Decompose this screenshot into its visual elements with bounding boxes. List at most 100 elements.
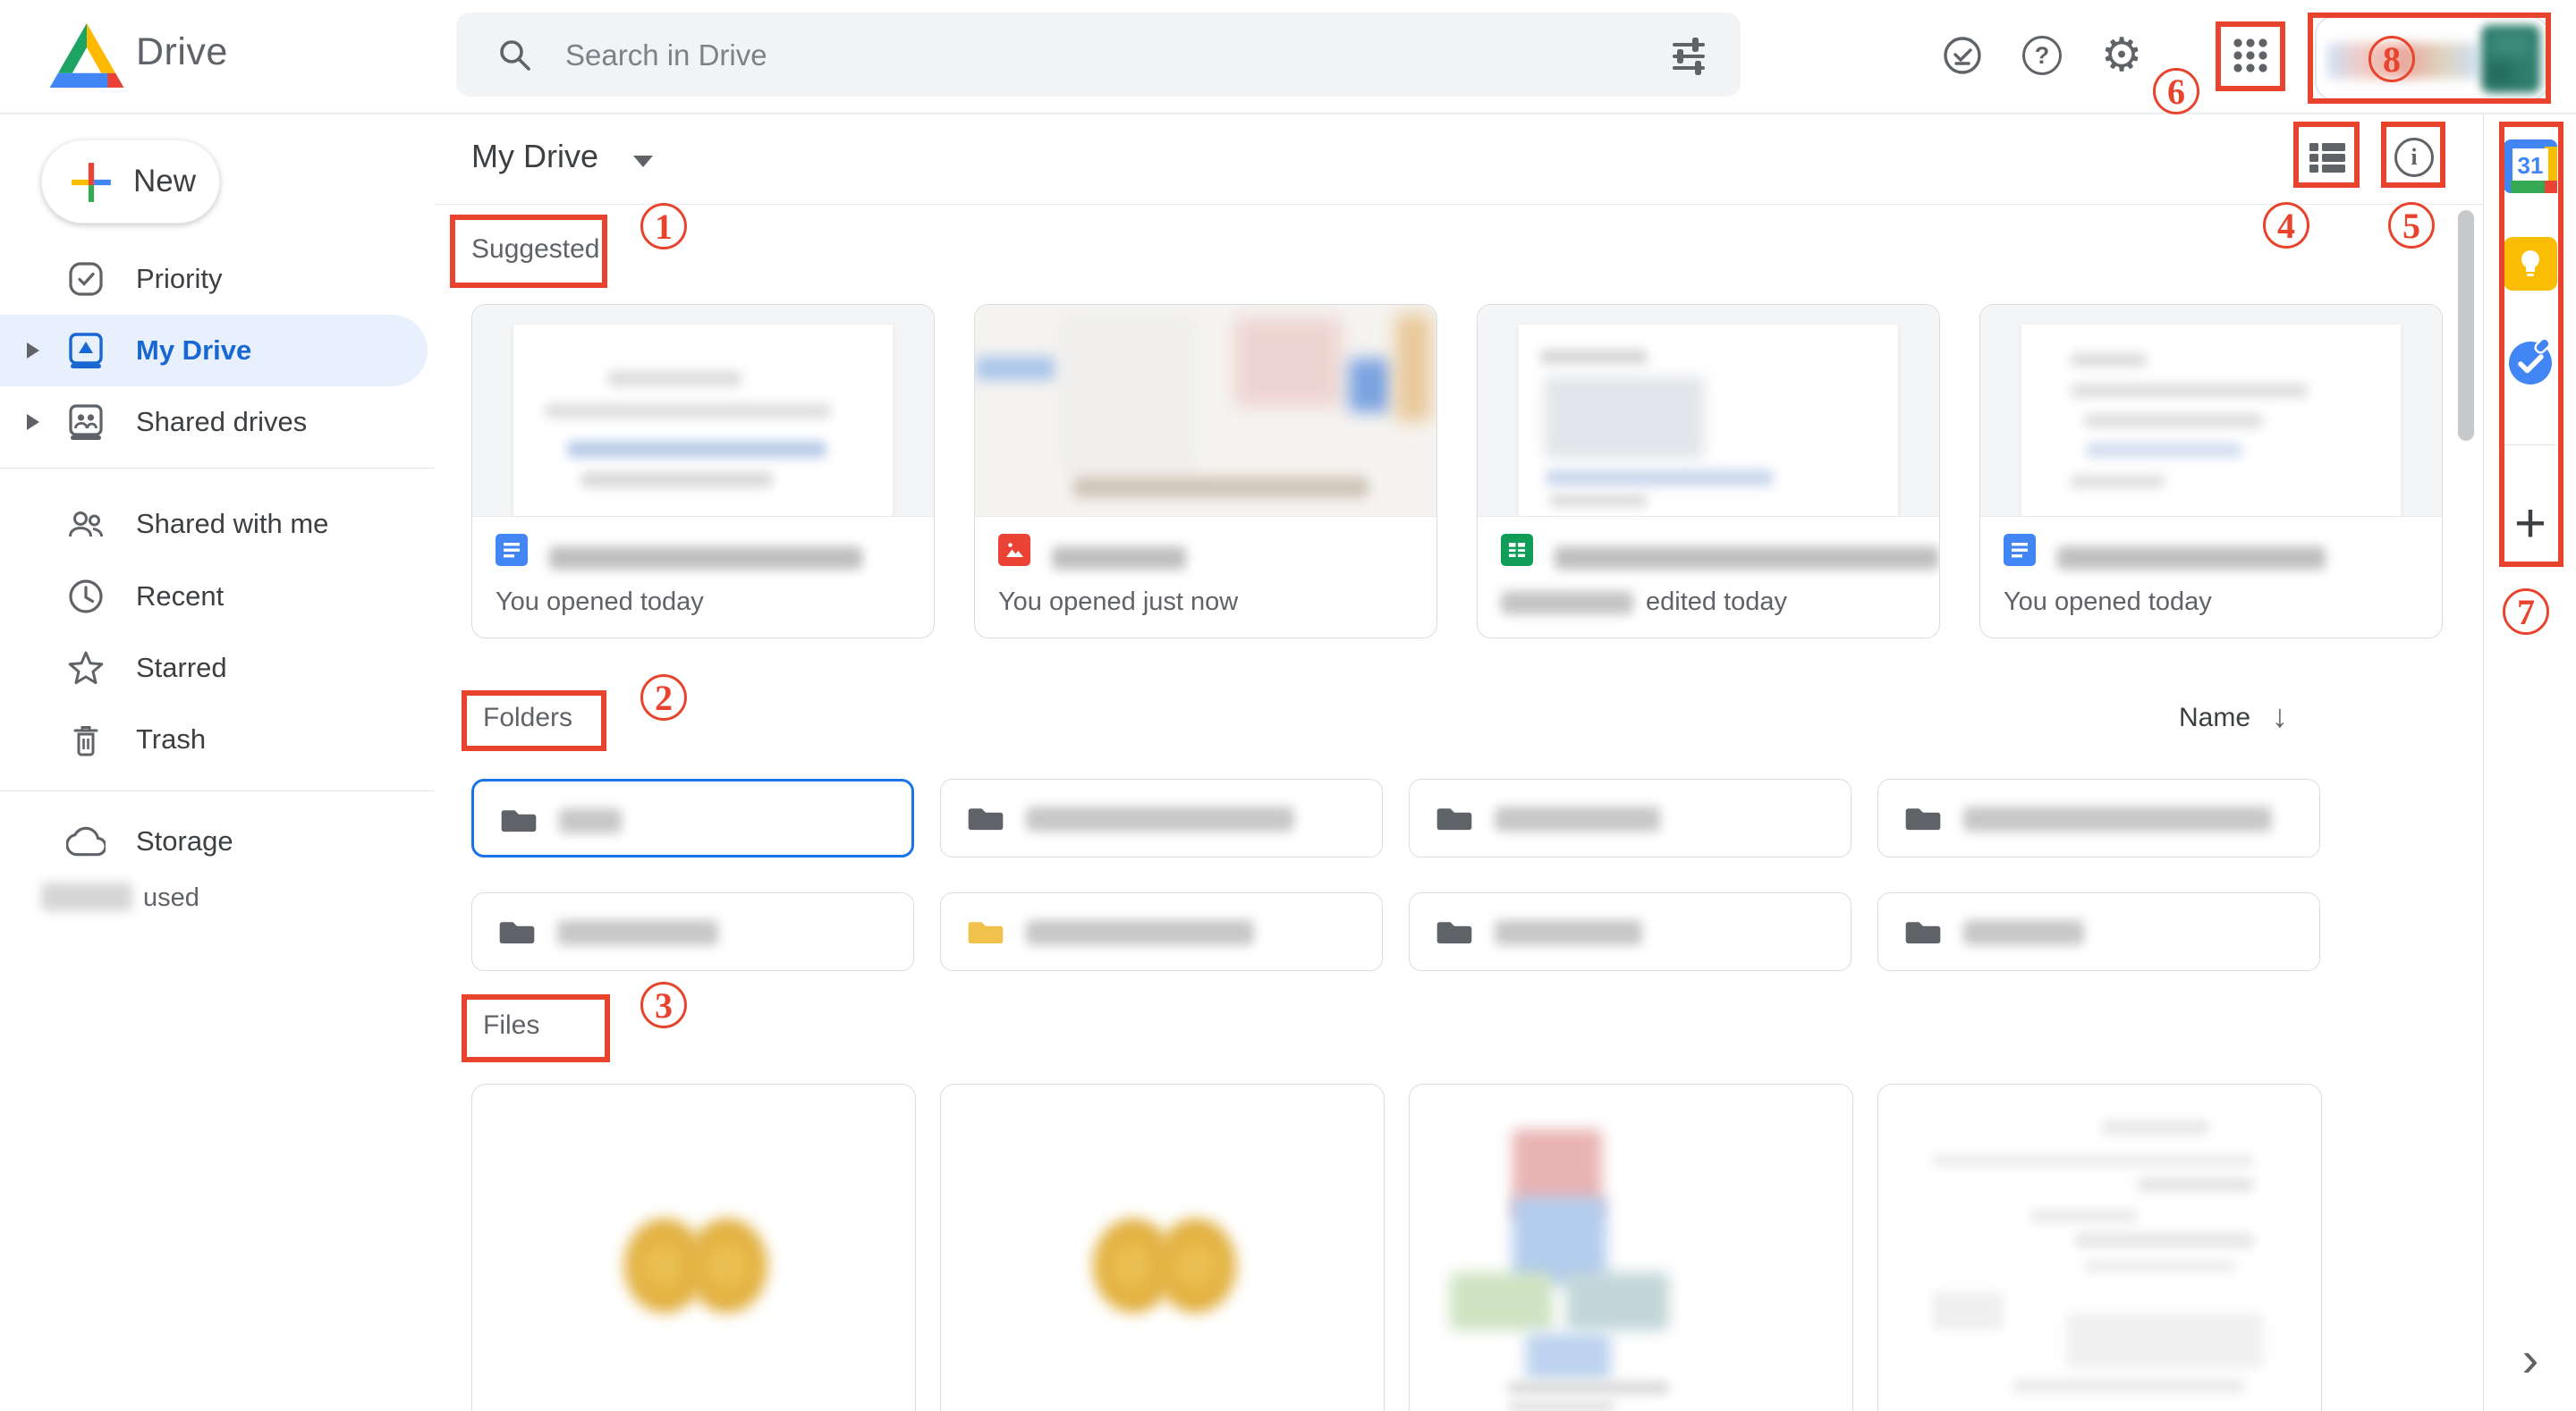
help-icon[interactable]: ?	[2021, 34, 2063, 77]
folder-card[interactable]	[1877, 892, 2320, 971]
shared-drives-icon	[66, 402, 106, 449]
annotation-number-4: 4	[2263, 202, 2309, 249]
suggested-card[interactable]: You opened just now	[974, 304, 1437, 638]
file-thumbnail-blurred	[1980, 305, 2442, 517]
sidebar-item-recent[interactable]: Recent	[0, 561, 428, 632]
app-title: Drive	[136, 30, 228, 74]
file-preview-blurred	[1156, 1219, 1236, 1313]
annotation-number-7: 7	[2503, 588, 2549, 635]
annotation-box-3-files	[462, 994, 610, 1062]
settings-icon[interactable]: ⚙	[2100, 34, 2143, 77]
file-preview-blurred	[687, 1219, 767, 1313]
annotation-box-2-folders	[462, 690, 606, 751]
annotation-number-6: 6	[2153, 68, 2199, 114]
folder-name-blurred	[1026, 920, 1254, 945]
recent-icon	[66, 577, 106, 623]
sidebar-item-starred[interactable]: Starred	[0, 632, 428, 704]
file-title-blurred	[1555, 546, 1939, 570]
file-preview-blurred	[2075, 1233, 2254, 1247]
annotation-number-8: 8	[2368, 36, 2415, 82]
main-content: My Drive i Suggested	[435, 114, 2483, 1411]
file-preview-blurred	[2084, 1260, 2236, 1272]
suggested-card[interactable]: You opened today	[471, 304, 935, 638]
file-preview-blurred	[1526, 1333, 1611, 1380]
file-activity-caption: edited today	[1501, 587, 1787, 617]
file-preview-blurred	[1508, 1381, 1669, 1394]
page-title: My Drive	[471, 138, 598, 175]
new-button-label: New	[133, 164, 196, 199]
folder-card[interactable]	[1877, 779, 2320, 858]
file-card[interactable]	[940, 1084, 1385, 1411]
storage-amount-blurred	[41, 883, 132, 911]
file-activity-caption: You opened just now	[998, 587, 1238, 617]
sidebar-divider	[0, 468, 435, 469]
file-card[interactable]	[1877, 1084, 2322, 1411]
file-thumbnail-blurred	[472, 305, 934, 517]
annotation-box-8-account	[2308, 13, 2551, 104]
annotation-number-5: 5	[2388, 202, 2435, 249]
google-drive-window: Drive	[0, 0, 2576, 1411]
folder-card[interactable]	[1409, 779, 1852, 858]
new-button[interactable]: New	[41, 139, 220, 224]
annotation-box-1-suggested	[450, 215, 607, 288]
sidebar-item-shared-drives[interactable]: Shared drives	[0, 386, 428, 458]
offline-status-icon[interactable]	[1941, 34, 1984, 77]
trash-icon	[66, 720, 106, 766]
file-preview-blurred	[1932, 1292, 2004, 1330]
sort-direction-icon[interactable]: ↓	[2272, 697, 2288, 735]
expand-arrow-icon[interactable]	[27, 342, 39, 359]
drive-logo-icon[interactable]	[47, 20, 127, 96]
image-file-icon	[998, 534, 1030, 570]
google-docs-icon	[496, 534, 528, 570]
file-activity-caption: You opened today	[496, 587, 704, 617]
file-preview-blurred	[2066, 1313, 2263, 1368]
file-activity-caption: You opened today	[2004, 587, 2212, 617]
annotation-box-4-list-view	[2293, 122, 2360, 188]
search-input[interactable]	[564, 13, 1623, 98]
user-name-blurred	[1501, 591, 1633, 614]
scrollbar-thumb[interactable]	[2458, 210, 2474, 441]
search-options-icon[interactable]	[1669, 36, 1708, 80]
folder-name-blurred	[1495, 920, 1642, 945]
file-thumbnail-blurred	[1478, 305, 1939, 517]
file-thumbnail-blurred	[975, 305, 1436, 517]
file-title-blurred	[2057, 546, 2326, 570]
suggested-card[interactable]: edited today	[1477, 304, 1940, 638]
sidebar-item-trash[interactable]: Trash	[0, 704, 428, 775]
folder-card[interactable]	[471, 892, 914, 971]
sidebar-item-shared-with-me[interactable]: Shared with me	[0, 488, 428, 560]
suggested-card[interactable]: You opened today	[1979, 304, 2443, 638]
file-card[interactable]	[1409, 1084, 1853, 1411]
annotation-box-6-apps-grid	[2216, 21, 2285, 91]
google-sheets-icon	[1501, 534, 1533, 570]
google-docs-icon	[2004, 534, 2036, 570]
folder-card-shared-color[interactable]	[940, 892, 1383, 971]
folder-name-blurred	[1495, 807, 1660, 832]
folder-card[interactable]	[1409, 892, 1852, 971]
sidebar-item-storage[interactable]: Storage	[0, 806, 428, 877]
file-preview-blurred	[2012, 1380, 2245, 1392]
file-title-blurred	[549, 546, 862, 570]
file-card[interactable]	[471, 1084, 916, 1411]
expand-arrow-icon[interactable]	[27, 414, 39, 430]
left-sidebar: New Priority My Drive	[0, 114, 435, 1411]
priority-icon	[66, 259, 106, 306]
chevron-down-icon[interactable]	[633, 156, 653, 167]
sort-by-name[interactable]: Name	[2179, 703, 2250, 733]
file-title-blurred	[1052, 546, 1186, 570]
storage-cloud-icon	[66, 822, 106, 868]
sidebar-item-my-drive[interactable]: My Drive	[0, 315, 428, 386]
annotation-number-1: 1	[640, 203, 687, 249]
folder-card-selected[interactable]	[471, 779, 914, 858]
folder-name-blurred	[1963, 920, 2084, 945]
folder-name-blurred	[1963, 807, 2272, 832]
my-drive-icon	[66, 331, 106, 377]
folder-card[interactable]	[940, 779, 1383, 858]
chevron-right-icon[interactable]: ›	[2505, 1327, 2555, 1390]
file-preview-blurred	[1450, 1272, 1553, 1331]
file-preview-blurred	[1508, 1401, 1615, 1411]
sidebar-item-priority[interactable]: Priority	[0, 243, 428, 315]
annotation-box-7-side-panel	[2499, 122, 2563, 567]
file-preview-blurred	[2138, 1178, 2254, 1192]
search-icon[interactable]	[496, 36, 535, 80]
